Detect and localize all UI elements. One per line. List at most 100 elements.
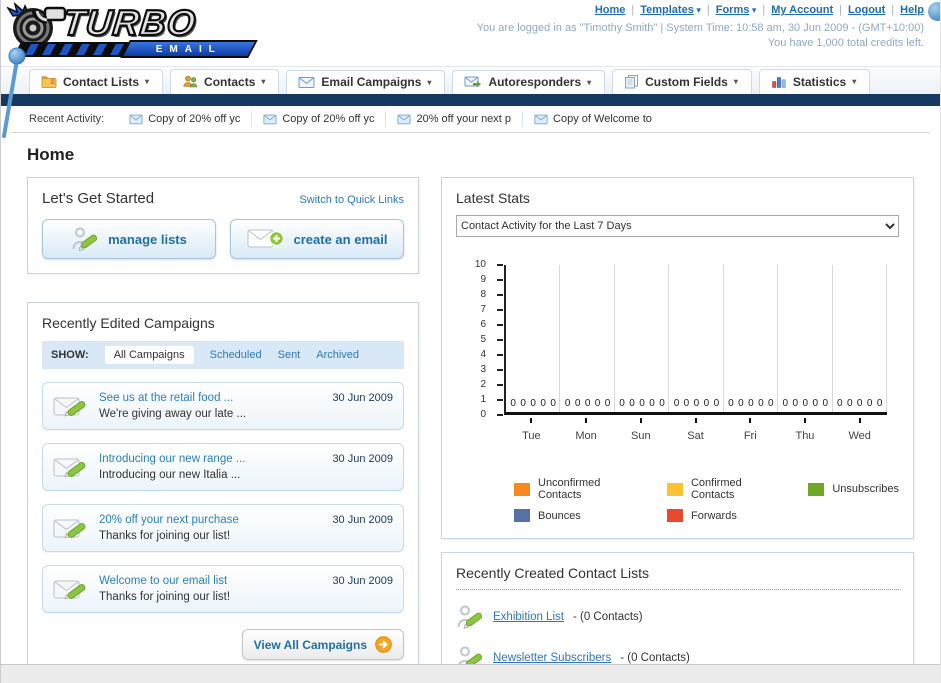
x-category: Sun <box>613 418 668 444</box>
recent-activity-item-label: Copy of 20% off yc <box>148 113 241 125</box>
stats-range-select[interactable]: Contact Activity for the Last 7 Days <box>456 215 899 237</box>
nav-link-home[interactable]: Home <box>595 4 626 16</box>
logo-subtitle: EMAIL <box>155 43 223 55</box>
pointer-pin-icon <box>2 47 26 138</box>
mail-small-icon <box>534 113 548 125</box>
bar-value: 0 <box>510 398 516 409</box>
recent-activity-item[interactable]: Copy of 20% off yc <box>251 111 385 127</box>
contact-activity-chart: 10 9 8 7 6 5 4 3 2 1 0 000000000000000000000000000… <box>456 253 899 461</box>
navy-divider-bar <box>1 94 940 106</box>
recent-activity-label: Recent Activity: <box>29 113 105 125</box>
bar-value: 0 <box>738 398 744 409</box>
legend-item: Unconfirmed Contacts <box>514 477 625 501</box>
latest-stats-panel: Latest Stats Contact Activity for the La… <box>441 177 914 539</box>
nav-link-templates[interactable]: Templates <box>640 4 694 16</box>
campaign-title-link[interactable]: 20% off your next purchase <box>99 512 322 528</box>
campaign-subtitle: Introducing our new Italia ... <box>99 469 241 481</box>
legend-swatch <box>514 509 530 522</box>
gridline <box>668 265 670 412</box>
nav-separator: | <box>706 4 710 16</box>
view-all-campaigns-button[interactable]: View All Campaigns <box>241 629 404 660</box>
contact-list-count: - (0 Contacts) <box>572 611 643 623</box>
bar-value: 0 <box>768 398 774 409</box>
campaign-card[interactable]: Introducing our new range ... Introducing… <box>42 443 404 491</box>
tab-contact-lists[interactable]: Contact Lists ▾ <box>29 69 164 94</box>
y-tick-label: 1 <box>480 394 486 405</box>
tab-statistics[interactable]: Statistics ▾ <box>758 69 871 94</box>
bar-value: 0 <box>649 398 655 409</box>
bar-value: 0 <box>639 398 645 409</box>
legend-item: Unsubscribes <box>808 477 899 501</box>
tab-label: Contacts <box>204 74 256 89</box>
x-tick-mark <box>749 418 752 423</box>
bar-value: 0 <box>876 398 883 409</box>
recent-activity-item[interactable]: 20% off your next p <box>385 111 522 127</box>
bar-value: 0 <box>728 398 734 409</box>
legend-label: Bounces <box>538 509 581 522</box>
nav-link-forms[interactable]: Forms <box>716 4 750 16</box>
nav-link-help[interactable]: Help <box>900 4 924 16</box>
envelope-edit-icon <box>53 513 89 543</box>
bar-value: 0 <box>836 398 843 409</box>
legend-swatch <box>514 482 530 496</box>
tab-label: Autoresponders <box>488 75 582 89</box>
campaign-info: See us at the retail food ... We're givin… <box>99 390 322 422</box>
contact-list-link[interactable]: Exhibition List <box>493 611 564 623</box>
campaign-subtitle: We're giving away our late ... <box>99 408 247 420</box>
x-tick-mark <box>585 418 588 423</box>
campaign-title-link[interactable]: Introducing our new range ... <box>99 451 322 467</box>
nav-link-my-account[interactable]: My Account <box>771 4 833 16</box>
tab-email-campaigns[interactable]: Email Campaigns ▾ <box>286 70 446 94</box>
get-started-panel: Let's Get Started Switch to Quick Links … <box>27 177 419 274</box>
campaign-date: 30 Jun 2009 <box>332 514 393 526</box>
switch-quick-links-link[interactable]: Switch to Quick Links <box>299 194 404 206</box>
campaign-card[interactable]: See us at the retail food ... We're givin… <box>42 382 404 430</box>
tab-custom-fields[interactable]: Custom Fields ▾ <box>612 69 752 94</box>
chart-legend: Unconfirmed Contacts Confirmed Contacts Un… <box>514 477 899 522</box>
campaign-card[interactable]: Welcome to our email list Thanks for join… <box>42 565 404 613</box>
tab-label: Custom Fields <box>645 74 728 89</box>
nav-link-logout[interactable]: Logout <box>848 4 885 16</box>
y-tick-mark <box>497 294 503 296</box>
filter-tab-sent[interactable]: Sent <box>278 349 301 361</box>
campaign-card[interactable]: 20% off your next purchase Thanks for joi… <box>42 504 404 552</box>
chart-plot-area: 00000000000000000000000000000000000 <box>504 265 887 415</box>
bar-group-wed: 00000 <box>833 398 887 409</box>
filter-tab-scheduled[interactable]: Scheduled <box>210 349 262 361</box>
gridline <box>777 265 779 412</box>
envelope-edit-icon <box>53 452 89 482</box>
x-tick-label: Mon <box>575 430 597 442</box>
x-tick-label: Sat <box>687 430 704 442</box>
campaign-title-link[interactable]: Welcome to our email list <box>99 573 322 589</box>
x-tick-mark <box>803 418 806 423</box>
filter-tab-all-campaigns[interactable]: All Campaigns <box>104 346 194 364</box>
page-title: Home <box>27 145 75 164</box>
campaign-date: 30 Jun 2009 <box>332 392 393 404</box>
bar-group-thu: 00000 <box>778 398 832 409</box>
y-tick-label: 4 <box>480 349 486 360</box>
bar-group-tue: 00000 <box>506 398 560 409</box>
bar-value: 0 <box>594 398 601 409</box>
mail-small-icon <box>397 113 412 125</box>
bar-value: 0 <box>822 398 829 409</box>
chevron-down-icon: ▾ <box>733 77 738 86</box>
y-tick-label: 7 <box>480 304 486 315</box>
manage-lists-button[interactable]: manage lists <box>42 219 216 259</box>
recent-activity-items: Copy of 20% off yc Copy of 20% off yc 20% … <box>118 111 663 127</box>
bar-value: 0 <box>530 398 536 409</box>
contact-list-link[interactable]: Newsletter Subscribers <box>493 652 611 664</box>
filter-tab-archived[interactable]: Archived <box>316 349 359 361</box>
tab-autoresponders[interactable]: Autoresponders ▾ <box>452 70 606 94</box>
recent-activity-item[interactable]: Copy of 20% off yc <box>118 111 251 127</box>
recent-activity-item-label: Copy of 20% off yc <box>282 113 375 125</box>
chevron-down-icon: ▾ <box>749 5 757 15</box>
y-tick-mark <box>497 339 503 341</box>
main-tab-bar: Contact Lists ▾ Contacts ▾ Email Campaigns ▾ A… <box>1 66 940 94</box>
tab-contacts[interactable]: Contacts ▾ <box>170 69 280 94</box>
recent-activity-item[interactable]: Copy of Welcome to <box>522 111 663 127</box>
x-category: Mon <box>559 418 614 444</box>
show-filter-label: SHOW: <box>51 349 89 361</box>
campaign-title-link[interactable]: See us at the retail food ... <box>99 390 322 406</box>
legend-label: Confirmed Contacts <box>690 477 742 501</box>
create-an-email-button[interactable]: create an email <box>230 219 404 259</box>
